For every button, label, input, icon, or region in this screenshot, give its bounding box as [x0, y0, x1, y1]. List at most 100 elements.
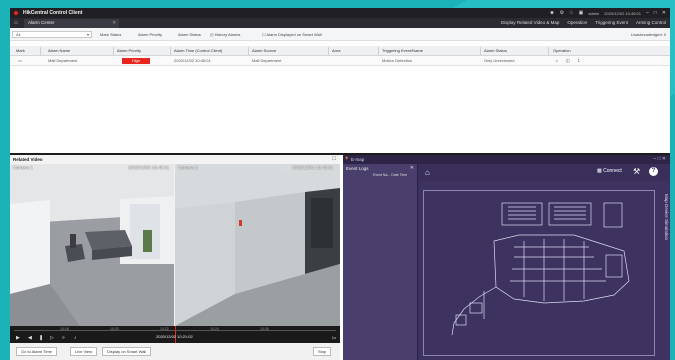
table-row[interactable]: ▭ Mall Department High 2020/12/02 10:45:… [10, 56, 670, 66]
stop-button[interactable]: Stop [313, 347, 332, 356]
minimize-icon[interactable]: – [646, 10, 649, 16]
unacknowledged-count: Unacknowledged: 0 [630, 32, 666, 37]
system-time: 2020/12/02 10:45:01 [604, 10, 641, 16]
connect-button[interactable]: ▩ Connect [597, 168, 622, 174]
timeline-tick: 10:20 [110, 327, 119, 331]
app-logo-icon [13, 10, 19, 16]
priority-badge: High [122, 58, 150, 64]
mark-flag-icon[interactable]: ▭ [18, 58, 22, 63]
tab-alarm-center[interactable]: Alarm Center ✕ [24, 19, 119, 28]
window-controls-icon[interactable]: – □ ✕ [653, 156, 666, 162]
smart-wall-checkbox[interactable]: ☐ Alarm Displayed on Smart Wall [262, 32, 322, 37]
download-icon[interactable]: ↧ [577, 58, 580, 63]
event-logs-columns: Event Na... Date Time [373, 173, 408, 177]
floor-plan[interactable] [423, 190, 655, 356]
header-area[interactable]: Area [332, 48, 340, 53]
maximize-icon[interactable]: □ [654, 10, 657, 16]
connect-label: Connect [603, 168, 622, 174]
lock-icon[interactable]: ▣ [579, 10, 584, 16]
camera-2-view[interactable]: Camera 2 2020/12/02 10:45:01 [175, 164, 340, 326]
title-bar-tools: ☻ ⚙ ♧ ▣ admin 2020/12/02 10:45:01 – □ ✕ [549, 9, 666, 17]
timeline-tick: 10:22 [160, 327, 169, 331]
camera-1-time: 2020/12/02 10:45:01 [128, 165, 170, 170]
alarm-status-filter[interactable]: Alarm Status [178, 32, 201, 37]
top-menus: Display Related Video & Map Operation Tr… [501, 20, 666, 25]
pause-icon[interactable]: ❚ [39, 335, 43, 341]
tools-icon[interactable]: ⚒ [633, 167, 640, 176]
map-side-tabs[interactable]: Map Device Simulation [664, 194, 669, 240]
capture-icon[interactable] [283, 165, 289, 170]
alarm-table: Mark Alarm Name Alarm Priority Alarm Tim… [10, 46, 670, 66]
event-logs-title: Event Logs [346, 166, 369, 171]
row-alarm-time: 2020/12/02 10:45:01 [174, 58, 211, 63]
settings-icon[interactable]: ⚙ [560, 10, 564, 16]
expand-icon[interactable]: □ [332, 156, 336, 162]
filter-select[interactable]: All ▾ [12, 31, 92, 38]
header-alarm-time[interactable]: Alarm Time (Control Client) [174, 48, 222, 53]
video-actions: Go to Alarm Time Live View Display on Sm… [10, 343, 340, 360]
column-separator [170, 47, 171, 55]
camera-2-time: 2020/12/02 10:45:01 [292, 165, 334, 170]
title-bar: HikCentral Control Client ☻ ⚙ ♧ ▣ admin … [10, 8, 670, 18]
display-related-menu[interactable]: Display Related Video & Map [501, 20, 559, 25]
header-alarm-status[interactable]: Alarm Status [484, 48, 507, 53]
home-icon[interactable]: ⌂ [14, 19, 22, 27]
alarm-priority-filter[interactable]: Alarm Priority [138, 32, 162, 37]
related-video-header: Related Video □ [10, 155, 340, 164]
user-icon[interactable]: ☻ [549, 10, 554, 16]
forward-icon[interactable]: ▷ [50, 335, 54, 341]
column-separator [113, 47, 114, 55]
column-separator [548, 47, 549, 55]
history-icon: ◷ [210, 32, 214, 37]
column-separator [480, 47, 481, 55]
header-triggering-event[interactable]: Triggering Event/Name [382, 48, 423, 53]
help-icon[interactable]: ? [649, 167, 658, 176]
tab-close-icon[interactable]: ✕ [112, 20, 116, 26]
event-logs-panel: Event Logs ✕ Event Na... Date Time [343, 164, 418, 360]
event-logs-close-icon[interactable]: ✕ [410, 165, 414, 171]
mark-status-filter[interactable]: Mark Status [100, 32, 121, 37]
history-alarms-link[interactable]: ◷ History Alarms [210, 32, 240, 37]
go-to-alarm-time-button[interactable]: Go to Alarm Time [16, 347, 57, 356]
display-smart-wall-button[interactable]: Display on Smart Wall [102, 347, 152, 356]
acknowledge-icon[interactable]: ♫ [555, 58, 558, 63]
column-separator [248, 47, 249, 55]
row-alarm-name: Mall Department [48, 58, 78, 63]
volume-icon[interactable]: ♪ [74, 335, 77, 341]
rewind-icon[interactable]: ◀ [28, 335, 32, 341]
speed-readout[interactable]: 1x [332, 335, 336, 340]
emap-title: E-map [351, 157, 365, 162]
camera-1-view[interactable]: Camera 1 2020/12/02 10:45:01 [10, 164, 174, 326]
emap-panel: + E-map – □ ✕ Event Logs ✕ Event Na... D… [343, 155, 670, 360]
timeline-tick: 10:18 [60, 327, 69, 331]
header-alarm-priority[interactable]: Alarm Priority [117, 48, 141, 53]
speed-icon[interactable]: » [62, 335, 65, 341]
map-home-icon[interactable]: ⌂ [425, 168, 430, 177]
tab-label: Alarm Center [28, 20, 55, 25]
row-triggering-event: Motion Detection [382, 58, 413, 63]
live-view-button[interactable]: Live View [70, 347, 98, 356]
filter-select-value: All [16, 32, 21, 37]
playback-controls: 10:18 10:20 10:22 10:24 10:26 ▶ ◀ ❚ ▷ » … [10, 326, 340, 343]
camera-2-scene [175, 164, 340, 326]
triggering-event-menu[interactable]: Triggering Event [595, 20, 628, 25]
smart-wall-label: Alarm Displayed on Smart Wall [266, 32, 322, 37]
chat-icon: ▩ [597, 168, 602, 174]
header-operation: Operation [553, 48, 571, 53]
operation-menu[interactable]: Operation [567, 20, 587, 25]
arming-control-menu[interactable]: Arming Control [636, 20, 666, 25]
filter-toolbar: All ▾ Mark Status Alarm Priority Alarm S… [10, 28, 670, 41]
user-name[interactable]: admin [588, 11, 599, 16]
header-alarm-name[interactable]: Alarm Name [48, 48, 70, 53]
header-alarm-source[interactable]: Alarm Source [252, 48, 276, 53]
play-icon[interactable]: ▶ [16, 335, 20, 341]
history-alarms-label: History Alarms [214, 32, 241, 37]
emap-add-icon[interactable]: + [345, 156, 349, 162]
related-video-title: Related Video [13, 157, 43, 162]
bell-icon[interactable]: ♧ [569, 10, 573, 16]
map-area[interactable]: ⌂ ▩ Connect ⚒ ? Map Device Simulation [419, 164, 670, 360]
header-mark: Mark [16, 48, 25, 53]
export-icon[interactable]: ◫ [566, 58, 570, 63]
close-icon[interactable]: ✕ [662, 10, 666, 16]
camera-1-scene [10, 164, 174, 326]
